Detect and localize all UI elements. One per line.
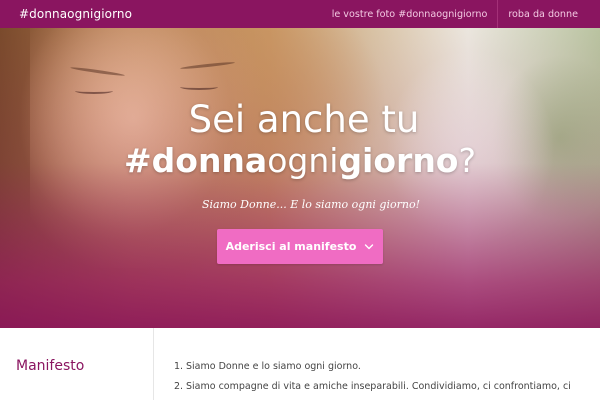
manifesto-item-number: 2.	[174, 381, 184, 392]
chevron-down-icon	[365, 243, 374, 249]
brand-logo-link[interactable]: #donnaognigiorno	[0, 7, 132, 21]
hero-subtitle: Siamo Donne... E lo siamo ogni giorno!	[201, 198, 421, 211]
manifesto-title: Manifesto	[16, 358, 85, 374]
manifesto-item: 2. Siamo compagne di vita e amiche insep…	[174, 380, 584, 394]
join-manifesto-button[interactable]: Aderisci al manifesto	[217, 229, 383, 264]
hero-banner: Sei anche tu #donnaognigiorno? Siamo Don…	[0, 28, 600, 328]
join-manifesto-label: Aderisci al manifesto	[225, 240, 357, 253]
manifesto-item-number: 1.	[174, 361, 184, 372]
manifesto-item: 1. Siamo Donne e lo siamo ogni giorno.	[174, 360, 584, 374]
hero-content: Sei anche tu #donnaognigiorno? Siamo Don…	[0, 28, 600, 328]
nav-link-roba-da-donne[interactable]: roba da donne	[497, 0, 600, 28]
hero-hashtag-headline: #donnaognigiorno?	[124, 140, 476, 182]
manifesto-list: 1. Siamo Donne e lo siamo ogni giorno. 2…	[174, 360, 584, 400]
manifesto-item-text: Siamo Donne e lo siamo ogni giorno.	[186, 361, 361, 372]
hashtag-part-donna: #donna	[124, 141, 268, 180]
section-divider	[153, 328, 154, 400]
nav-links: le vostre foto #donnaognigiorno roba da …	[322, 0, 600, 28]
hashtag-question-mark: ?	[458, 141, 476, 180]
manifesto-section: Manifesto 1. Siamo Donne e lo siamo ogni…	[0, 328, 600, 400]
nav-link-your-photos[interactable]: le vostre foto #donnaognigiorno	[322, 0, 498, 28]
top-navbar: #donnaognigiorno le vostre foto #donnaog…	[0, 0, 600, 28]
hashtag-part-ogni: ogni	[267, 141, 339, 180]
hashtag-part-giorno: giorno	[338, 141, 459, 180]
manifesto-item-text: Siamo compagne di vita e amiche insepara…	[186, 381, 571, 392]
hero-headline: Sei anche tu	[188, 98, 420, 141]
